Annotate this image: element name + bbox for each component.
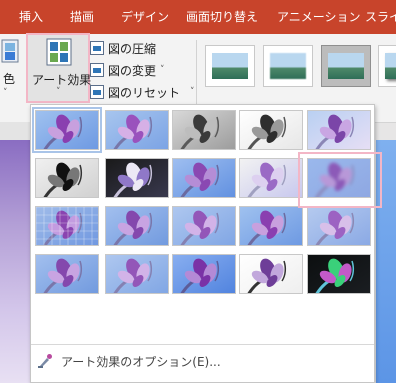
brush-options-icon (37, 353, 53, 369)
art-effect-marker[interactable] (105, 110, 169, 150)
tab-design[interactable]: デザイン (121, 0, 169, 34)
command-label: 図のリセット (108, 85, 181, 100)
art-effect-line-drawing[interactable] (307, 110, 371, 150)
compress-pictures-button[interactable]: 図の圧縮 (90, 38, 156, 58)
tab-label: デザイン (121, 10, 170, 24)
art-effect-light-screen[interactable] (239, 158, 303, 198)
art-effects-label: アート効果 (32, 73, 92, 87)
art-effects-icon (46, 38, 72, 66)
art-effect-pencil-sketch[interactable] (239, 110, 303, 150)
art-effect-glass[interactable] (105, 206, 169, 246)
command-label: 図の圧縮 (108, 41, 157, 56)
compress-icon (90, 41, 104, 55)
change-picture-icon (90, 63, 104, 77)
tab-transitions[interactable]: 画面切り替え (186, 0, 258, 34)
art-effect-crisscross-etching[interactable] (307, 206, 371, 246)
tab-animations[interactable]: アニメーション (277, 0, 361, 34)
picture-style-shadow[interactable] (378, 45, 396, 87)
slide-thumbnail[interactable] (0, 140, 34, 383)
change-picture-button[interactable]: 図の変更 ˅ (90, 60, 165, 80)
command-label: 図の変更 (108, 63, 157, 78)
art-effect-plastic-wrap[interactable] (105, 254, 169, 294)
picture-style-selected[interactable] (321, 45, 371, 87)
art-effect-texturizer[interactable] (239, 206, 303, 246)
reset-picture-button[interactable]: 図のリセット ˅ (90, 82, 195, 102)
color-button-label[interactable]: 色 (3, 70, 15, 87)
art-effect-pastels-smooth[interactable] (35, 254, 99, 294)
tab-slideshow[interactable]: スライド (365, 0, 396, 34)
art-effect-glow-edges[interactable] (307, 254, 371, 294)
art-effect-chalk-sketch[interactable] (35, 158, 99, 198)
art-effect-paint-brush[interactable] (172, 158, 236, 198)
chevron-down-icon: ˅ (160, 65, 165, 75)
reset-picture-icon (90, 85, 104, 99)
art-effects-button[interactable]: アート効果 ˅ (26, 33, 92, 103)
art-effect-cement[interactable] (172, 206, 236, 246)
art-effect-cutout[interactable] (172, 254, 236, 294)
options-label: アート効果のオプション(E)... (61, 354, 221, 369)
tab-label: 描画 (70, 10, 95, 24)
ribbon-tab-bar: 挿入 描画 デザイン 画面切り替え アニメーション スライド (0, 0, 396, 34)
gallery-divider (31, 344, 374, 345)
color-icon (0, 38, 22, 66)
art-effect-photocopy[interactable] (239, 254, 303, 294)
art-effect-mosaic-bubbles[interactable] (35, 206, 99, 246)
chevron-down-icon: ˅ (190, 87, 195, 97)
tab-label: 画面切り替え (186, 10, 259, 24)
tab-draw[interactable]: 描画 (70, 0, 94, 34)
picture-style-plain[interactable] (205, 45, 255, 87)
art-effects-options-item[interactable]: アート効果のオプション(E)... (31, 346, 374, 376)
tab-label: 挿入 (19, 10, 44, 24)
slide-canvas-edge (376, 140, 396, 383)
chevron-down-icon: ˅ (3, 88, 8, 98)
picture-style-soft[interactable] (263, 45, 313, 87)
tab-label: アニメーション (277, 10, 361, 24)
art-effect-none[interactable] (32, 107, 102, 153)
thumbnail-pane-edge (0, 122, 34, 140)
chevron-down-icon: ˅ (56, 87, 61, 97)
art-effect-paint-strokes[interactable] (105, 158, 169, 198)
art-effect-blur[interactable] (307, 158, 371, 198)
tab-label: スライド (365, 10, 396, 24)
tab-insert[interactable]: 挿入 (19, 0, 43, 34)
art-effect-pencil-grayscale[interactable] (172, 110, 236, 150)
